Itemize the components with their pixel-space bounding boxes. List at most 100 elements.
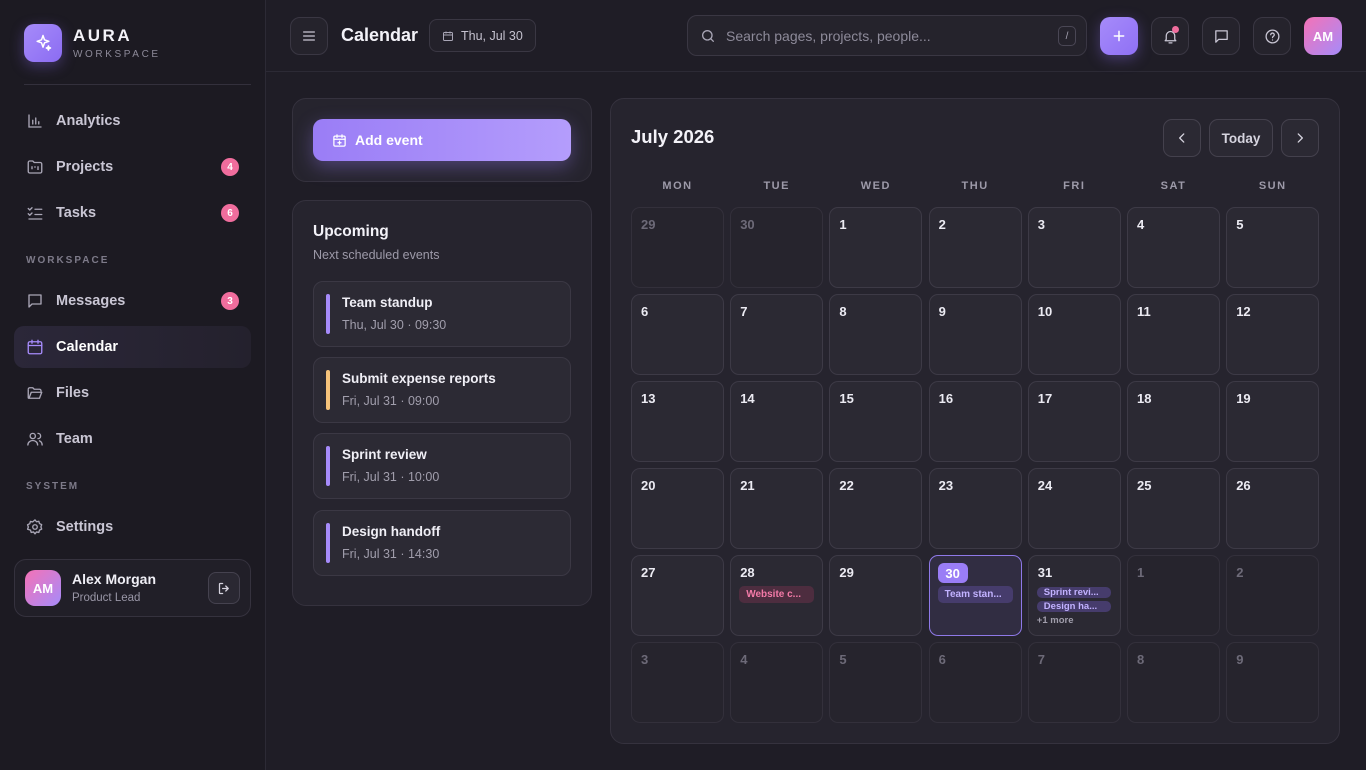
help-button[interactable] bbox=[1253, 17, 1291, 55]
topbar: Calendar Thu, Jul 30 / AM bbox=[266, 0, 1366, 72]
weekday-header: MON bbox=[662, 180, 693, 192]
calendar-day[interactable]: 28 Website c... bbox=[730, 555, 824, 636]
sidebar-item-settings[interactable]: Settings bbox=[14, 506, 251, 548]
menu-button[interactable] bbox=[290, 17, 328, 55]
calendar-day-today[interactable]: 30 Team stan... bbox=[928, 555, 1022, 636]
event-card[interactable]: Submit expense reports Fri, Jul 31 · 09:… bbox=[313, 357, 571, 423]
sidebar-item-tasks[interactable]: Tasks 6 bbox=[14, 192, 251, 234]
sidebar-item-label: Tasks bbox=[56, 205, 97, 221]
calendar-day-outside[interactable]: 1 bbox=[1127, 555, 1220, 636]
prev-month-button[interactable] bbox=[1163, 119, 1201, 157]
event-chip[interactable]: Design ha... bbox=[1036, 601, 1111, 612]
event-card[interactable]: Design handoff Fri, Jul 31 · 14:30 bbox=[313, 510, 571, 576]
avatar[interactable]: AM bbox=[25, 570, 61, 606]
calendar-day[interactable]: 3 bbox=[1027, 207, 1121, 288]
chevron-left-icon bbox=[1179, 133, 1185, 143]
calendar-day[interactable]: 16 bbox=[928, 381, 1022, 462]
calendar-day[interactable]: 5 bbox=[1226, 207, 1320, 288]
day-number: 9 bbox=[1236, 652, 1244, 667]
event-card[interactable]: Team standup Thu, Jul 30 · 09:30 bbox=[313, 281, 571, 347]
notifications-button[interactable] bbox=[1151, 17, 1189, 55]
user-avatar[interactable]: AM bbox=[1304, 17, 1342, 55]
calendar-day[interactable]: 20 bbox=[631, 468, 724, 549]
calendar-day[interactable]: 6 bbox=[631, 294, 724, 375]
gear-icon bbox=[26, 518, 44, 536]
sidebar-item-files[interactable]: Files bbox=[14, 372, 251, 414]
sidebar-item-label: Team bbox=[56, 431, 93, 447]
calendar-day[interactable]: 10 bbox=[1027, 294, 1121, 375]
user-card: AM Alex Morgan Product Lead bbox=[14, 559, 251, 617]
next-month-button[interactable] bbox=[1281, 119, 1319, 157]
create-button[interactable] bbox=[1100, 17, 1138, 55]
calendar-day[interactable]: 29 bbox=[829, 555, 923, 636]
calendar-day-outside[interactable]: 5 bbox=[829, 642, 923, 723]
calendar-day[interactable]: 7 bbox=[730, 294, 824, 375]
calendar-day[interactable]: 9 bbox=[928, 294, 1022, 375]
event-chip[interactable]: Team stan... bbox=[937, 586, 1013, 603]
calendar-day[interactable]: 1 bbox=[829, 207, 923, 288]
shortcut-hint: / bbox=[1058, 26, 1076, 46]
calendar-day[interactable]: 18 bbox=[1127, 381, 1220, 462]
sidebar-item-analytics[interactable]: Analytics bbox=[14, 100, 251, 142]
calendar-day-outside[interactable]: 2 bbox=[1226, 555, 1320, 636]
message-square-icon bbox=[1214, 29, 1228, 43]
calendar-day-outside[interactable]: 4 bbox=[730, 642, 824, 723]
brand[interactable]: AURA WORKSPACE bbox=[24, 24, 161, 62]
calendar-day[interactable]: 11 bbox=[1127, 294, 1220, 375]
calendar-day[interactable]: 23 bbox=[928, 468, 1022, 549]
calendar-day[interactable]: 4 bbox=[1127, 207, 1220, 288]
add-event-button[interactable]: Add event bbox=[313, 119, 571, 161]
calendar-day[interactable]: 15 bbox=[829, 381, 923, 462]
calendar-day-outside[interactable]: 30 bbox=[730, 207, 824, 288]
calendar-day-outside[interactable]: 7 bbox=[1027, 642, 1121, 723]
calendar-day-outside[interactable]: 29 bbox=[631, 207, 724, 288]
more-events-link[interactable]: +1 more bbox=[1037, 615, 1074, 626]
calendar-day[interactable]: 13 bbox=[631, 381, 724, 462]
calendar-day-outside[interactable]: 8 bbox=[1127, 642, 1220, 723]
event-chip[interactable]: Sprint revi... bbox=[1036, 587, 1111, 598]
event-time: Fri, Jul 31 · 09:00 bbox=[342, 394, 440, 408]
calendar-day-outside[interactable]: 9 bbox=[1226, 642, 1320, 723]
day-number: 25 bbox=[1137, 478, 1152, 493]
event-color-bar bbox=[326, 523, 330, 563]
day-number: 29 bbox=[641, 217, 656, 232]
event-title: Design handoff bbox=[342, 524, 441, 539]
calendar-day[interactable]: 22 bbox=[829, 468, 923, 549]
folder-open-icon bbox=[26, 384, 44, 402]
chevron-right-icon bbox=[1297, 133, 1303, 143]
add-event-label: Add event bbox=[355, 132, 423, 148]
calendar-day[interactable]: 25 bbox=[1127, 468, 1220, 549]
calendar-day[interactable]: 26 bbox=[1226, 468, 1320, 549]
day-number: 27 bbox=[641, 565, 656, 580]
sidebar-item-team[interactable]: Team bbox=[14, 418, 251, 460]
sidebar-item-messages[interactable]: Messages 3 bbox=[14, 280, 251, 322]
sidebar-item-projects[interactable]: Projects 4 bbox=[14, 146, 251, 188]
calendar-day[interactable]: 27 bbox=[631, 555, 724, 636]
logout-button[interactable] bbox=[208, 572, 240, 604]
sidebar-item-calendar[interactable]: Calendar bbox=[14, 326, 251, 368]
calendar-day[interactable]: 8 bbox=[829, 294, 923, 375]
calendar-day[interactable]: 17 bbox=[1027, 381, 1121, 462]
day-number: 16 bbox=[938, 391, 954, 406]
month-title: July 2026 bbox=[631, 126, 715, 147]
calendar-day[interactable]: 24 bbox=[1027, 468, 1121, 549]
calendar-day[interactable]: 14 bbox=[730, 381, 824, 462]
search-input[interactable] bbox=[726, 27, 1046, 44]
calendar-day-outside[interactable]: 6 bbox=[928, 642, 1022, 723]
day-number: 28 bbox=[740, 565, 755, 580]
event-card[interactable]: Sprint review Fri, Jul 31 · 10:00 bbox=[313, 433, 571, 499]
messages-button[interactable] bbox=[1202, 17, 1240, 55]
event-chip[interactable]: Website c... bbox=[739, 586, 815, 603]
calendar-day[interactable]: 12 bbox=[1226, 294, 1320, 375]
day-number: 23 bbox=[938, 478, 954, 493]
day-number: 6 bbox=[641, 304, 649, 319]
today-button[interactable]: Today bbox=[1209, 119, 1273, 157]
calendar-day[interactable]: 2 bbox=[928, 207, 1022, 288]
day-number: 1 bbox=[839, 217, 847, 232]
search-bar[interactable]: / bbox=[687, 15, 1087, 56]
checklist-icon bbox=[26, 204, 44, 222]
calendar-day[interactable]: 21 bbox=[730, 468, 824, 549]
calendar-day-outside[interactable]: 3 bbox=[631, 642, 724, 723]
calendar-day[interactable]: 31 Sprint revi... Design ha... +1 more bbox=[1027, 555, 1121, 636]
calendar-day[interactable]: 19 bbox=[1226, 381, 1320, 462]
